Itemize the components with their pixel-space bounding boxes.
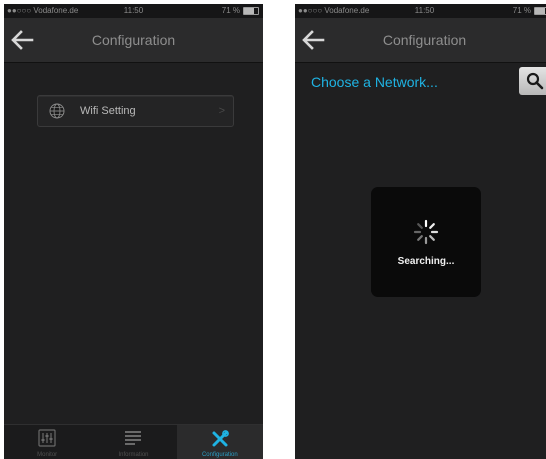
navigation-bar: Configuration xyxy=(295,18,546,63)
tab-configuration-label: Configuration xyxy=(201,452,238,458)
battery-percent: 71 % xyxy=(512,6,531,15)
tab-information-label: Information xyxy=(118,452,149,458)
search-icon xyxy=(526,72,544,90)
chevron-right-icon: > xyxy=(218,105,225,117)
tools-icon xyxy=(212,430,229,447)
spinner-icon xyxy=(413,219,439,245)
page-title: Configuration xyxy=(91,32,176,48)
config-screen: ●●○○○ Vodafone.de 11:50 71 % Configurati… xyxy=(4,4,263,459)
tab-monitor-label: Monitor xyxy=(37,452,58,458)
status-right: 71 % xyxy=(513,4,546,18)
battery-percent: 71 % xyxy=(221,6,240,15)
information-icon xyxy=(125,431,142,445)
tab-monitor[interactable]: Monitor xyxy=(4,425,90,459)
status-right: 71 % xyxy=(222,4,259,18)
page-title: Configuration xyxy=(382,32,467,48)
tab-configuration[interactable]: Configuration xyxy=(176,425,263,459)
battery-icon xyxy=(534,7,546,15)
network-search-screen: ●●○○○ Vodafone.de 11:50 71 % Configurati… xyxy=(295,4,546,459)
globe-icon xyxy=(49,103,65,119)
status-bar: ●●○○○ Vodafone.de 11:50 71 % xyxy=(295,4,546,18)
navigation-bar: Configuration xyxy=(4,18,263,63)
clock: 11:50 xyxy=(414,6,435,15)
search-button[interactable] xyxy=(519,67,546,95)
tab-bar: Monitor Information Configuration xyxy=(4,424,263,459)
battery-icon xyxy=(243,7,259,15)
status-bar: ●●○○○ Vodafone.de 11:50 71 % xyxy=(4,4,263,18)
searching-hud: Searching... xyxy=(371,187,481,297)
choose-network-label: Choose a Network... xyxy=(311,74,438,90)
tab-information[interactable]: Information xyxy=(90,425,176,459)
searching-label: Searching... xyxy=(397,256,455,267)
equalizer-icon xyxy=(38,429,56,447)
wifi-setting-row[interactable]: Wifi Setting > xyxy=(37,95,234,127)
wifi-setting-label: Wifi Setting xyxy=(80,105,136,117)
